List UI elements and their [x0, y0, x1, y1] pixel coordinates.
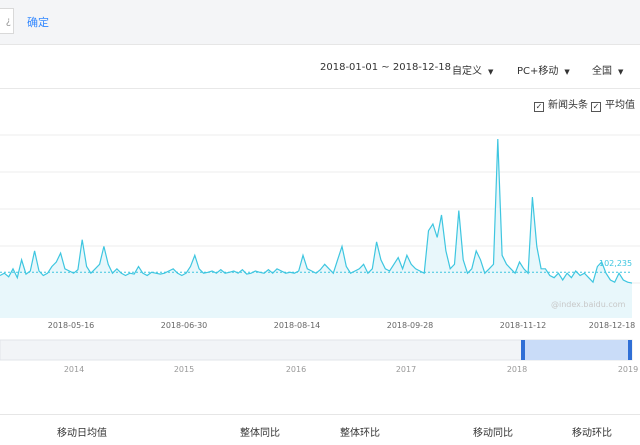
stat-label-mobile-daily-avg: 移动日均值 — [57, 428, 107, 439]
stat-label-mobile-mom: 移动环比 — [572, 428, 612, 439]
x-tick-label: 2018-12-18 — [589, 321, 636, 330]
divider — [0, 414, 640, 415]
stat-label-mobile-yoy: 移动同比 — [473, 428, 513, 439]
navigator-year-label: 2014 — [64, 365, 84, 374]
range-handle-left[interactable] — [521, 340, 525, 360]
range-handle-right[interactable] — [628, 340, 632, 360]
navigator-year-label: 2016 — [286, 365, 306, 374]
x-tick-label: 2018-06-30 — [161, 321, 208, 330]
x-tick-label: 2018-11-12 — [500, 321, 547, 330]
average-value-label: 102,235 — [599, 259, 632, 268]
navigator-year-label: 2018 — [507, 365, 527, 374]
navigator-year-label: 2019 — [618, 365, 638, 374]
range-navigator-selection[interactable] — [523, 340, 631, 360]
trend-chart[interactable]: 102,235 @index.baidu.com 2018-05-16 2018-… — [0, 0, 640, 390]
x-tick-label: 2018-05-16 — [48, 321, 95, 330]
stat-label-overall-yoy: 整体同比 — [240, 428, 280, 439]
series-area — [0, 139, 632, 318]
watermark-text: @index.baidu.com — [551, 300, 626, 309]
navigator-year-label: 2017 — [396, 365, 416, 374]
x-tick-label: 2018-08-14 — [274, 321, 321, 330]
navigator-year-label: 2015 — [174, 365, 194, 374]
stat-label-overall-mom: 整体环比 — [340, 428, 380, 439]
x-tick-label: 2018-09-28 — [387, 321, 434, 330]
